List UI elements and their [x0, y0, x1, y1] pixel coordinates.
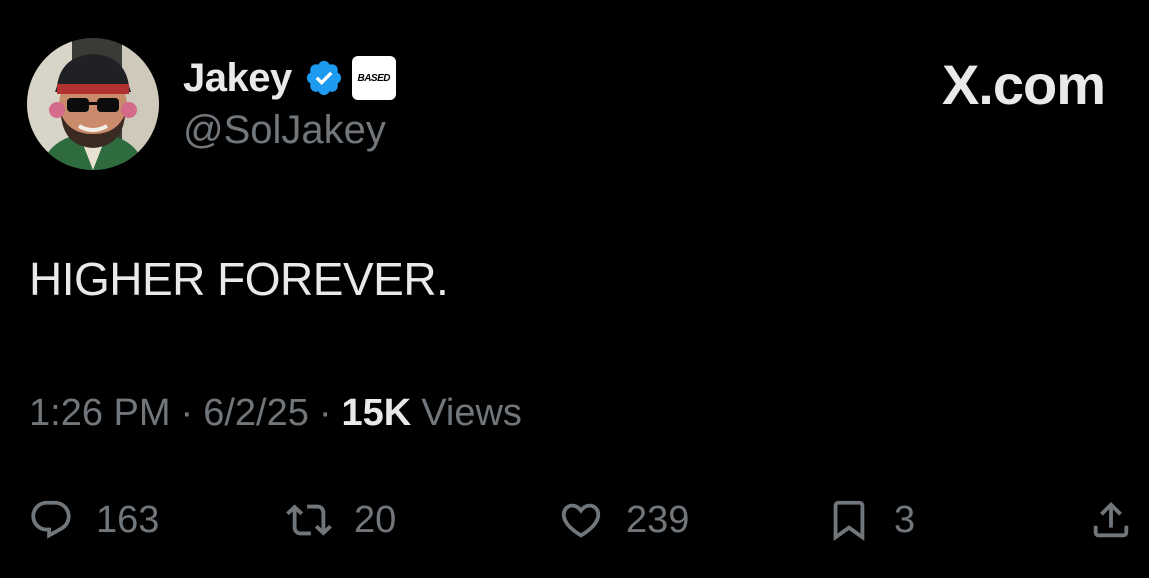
share-icon: [1093, 501, 1129, 538]
action-bar: 163 20 239 3: [0, 490, 1149, 550]
views-label: Views: [421, 392, 522, 434]
tweet-date[interactable]: 6/2/25: [203, 392, 309, 435]
author-handle[interactable]: @SolJakey: [183, 108, 386, 153]
author-name-row: Jakey BASED: [183, 54, 396, 102]
affiliate-badge[interactable]: BASED: [351, 56, 396, 100]
affiliate-badge-label: BASED: [357, 72, 390, 84]
brand-label: X.com: [941, 53, 1106, 116]
repost-count: 20: [354, 498, 397, 541]
meta-separator: ·: [180, 392, 194, 434]
bookmark-button[interactable]: 3: [826, 490, 915, 550]
repost-icon: [286, 504, 332, 536]
repost-button[interactable]: 20: [286, 490, 396, 550]
bookmark-icon: [833, 500, 865, 541]
tweet-text: HIGHER FOREVER.: [29, 253, 449, 305]
verified-badge-icon[interactable]: [304, 58, 344, 98]
avatar[interactable]: [27, 38, 159, 170]
tweet-time[interactable]: 1:26 PM: [29, 392, 171, 435]
reply-icon: [31, 500, 71, 539]
like-count: 239: [626, 498, 690, 541]
author-display-name[interactable]: Jakey: [183, 56, 292, 101]
views-count: 15K: [341, 392, 412, 434]
share-button[interactable]: [1088, 490, 1134, 550]
like-button[interactable]: 239: [558, 490, 689, 550]
brand-logo: X.com: [941, 52, 1106, 117]
reply-button[interactable]: 163: [28, 490, 159, 550]
heart-icon: [561, 503, 601, 538]
tweet-meta: 1:26 PM · 6/2/25 · 15K Views: [29, 392, 522, 435]
meta-separator: ·: [318, 392, 332, 434]
reply-count: 163: [96, 498, 160, 541]
bookmark-count: 3: [894, 498, 916, 541]
